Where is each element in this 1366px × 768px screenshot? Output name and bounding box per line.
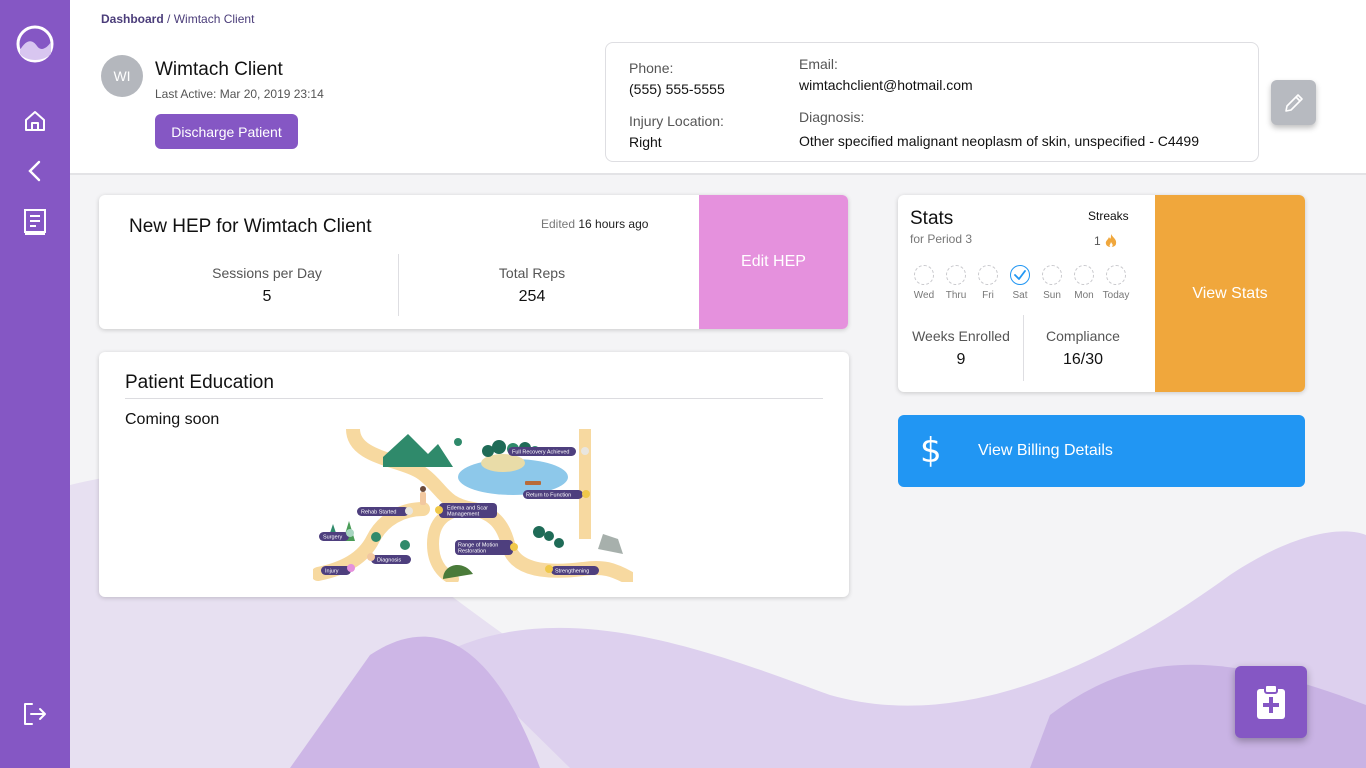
- stats-title: Stats: [910, 208, 954, 229]
- day-label: Thru: [945, 290, 967, 301]
- streaks-value: 1: [1094, 233, 1118, 249]
- dollar-icon: $: [920, 431, 942, 471]
- map-label-surgery: Surgery: [323, 535, 343, 541]
- day-label: Today: [1102, 290, 1130, 301]
- breadcrumb-separator: /: [167, 12, 171, 26]
- contact-info-card: Phone: (555) 555-5555 Email: wimtachclie…: [605, 42, 1259, 162]
- stats-period: for Period 3: [910, 232, 973, 246]
- clipboard-plus-icon: [1257, 684, 1285, 719]
- sessions-per-day-value: 5: [262, 288, 272, 305]
- map-label-diagnosis: Diagnosis: [377, 558, 401, 564]
- email-value: wimtachclient@hotmail.com: [799, 77, 973, 93]
- day-pending-circle-icon: [914, 265, 934, 285]
- day-label: Fri: [982, 290, 994, 301]
- map-label-full-recovery: Full Recovery Achieved: [512, 450, 569, 456]
- compliance-value: 16/30: [1062, 351, 1104, 368]
- day-indicator: Today: [1100, 265, 1132, 301]
- weeks-enrolled-label: Weeks Enrolled: [912, 328, 1010, 344]
- day-pending-circle-icon: [978, 265, 998, 285]
- day-indicator: Mon: [1068, 265, 1100, 301]
- total-reps-label: Total Reps: [498, 265, 566, 281]
- patient-header: Dashboard / Wimtach Client WI Wimtach Cl…: [70, 0, 1366, 175]
- map-label-rehab-started: Rehab Started: [361, 510, 396, 516]
- day-indicator: Thru: [940, 265, 972, 301]
- day-pending-circle-icon: [1074, 265, 1094, 285]
- avatar: WI: [101, 55, 143, 97]
- map-label-range-of-motion-2: Restoration: [458, 549, 486, 555]
- diagnosis-value: Other specified malignant neoplasm of sk…: [799, 133, 1199, 149]
- phone-value: (555) 555-5555: [629, 81, 725, 97]
- map-label-strengthening: Strengthening: [555, 569, 589, 575]
- flame-icon: [1105, 234, 1116, 248]
- hep-title: New HEP for Wimtach Client: [129, 216, 372, 237]
- logout-icon[interactable]: [20, 699, 50, 729]
- last-active-text: Last Active: Mar 20, 2019 23:14: [155, 87, 324, 101]
- stats-card: Stats for Period 3 Streaks 1 Wed Thru Fri S…: [898, 195, 1305, 392]
- discharge-patient-button[interactable]: Discharge Patient: [155, 114, 298, 149]
- map-label-injury: Injury: [325, 569, 339, 575]
- phone-label: Phone:: [629, 60, 674, 76]
- day-indicator: Sat: [1004, 265, 1036, 301]
- view-stats-button[interactable]: View Stats: [1155, 195, 1305, 392]
- edit-hep-button[interactable]: Edit HEP: [699, 195, 848, 329]
- coming-soon-text: Coming soon: [125, 411, 220, 428]
- day-pending-circle-icon: [946, 265, 966, 285]
- day-indicator: Sun: [1036, 265, 1068, 301]
- add-clipboard-button[interactable]: [1235, 666, 1307, 738]
- day-indicator: Fri: [972, 265, 1004, 301]
- weeks-enrolled-value: 9: [956, 351, 966, 368]
- hep-edited-text: Edited 16 hours ago: [541, 217, 649, 231]
- day-label: Mon: [1074, 290, 1094, 301]
- day-pending-circle-icon: [1042, 265, 1062, 285]
- home-icon[interactable]: [20, 106, 50, 136]
- billing-label: View Billing Details: [978, 442, 1113, 459]
- injury-location-label: Injury Location:: [629, 113, 724, 129]
- day-label: Sun: [1043, 290, 1061, 301]
- total-reps-value: 254: [518, 288, 546, 305]
- streaks-label: Streaks: [1088, 209, 1129, 223]
- day-indicator: Wed: [908, 265, 940, 301]
- diagnosis-label: Diagnosis:: [799, 109, 865, 125]
- injury-location-value: Right: [629, 134, 662, 150]
- recovery-journey-illustration: Full Recovery Achieved Return to Functio…: [313, 429, 633, 582]
- wave-logo-icon[interactable]: [15, 24, 55, 64]
- view-billing-details-button[interactable]: $ View Billing Details: [898, 415, 1305, 487]
- streaks-count: 1: [1094, 234, 1101, 248]
- compliance-label: Compliance: [1046, 328, 1120, 344]
- patient-education-title: Patient Education: [125, 372, 274, 393]
- hep-card: New HEP for Wimtach Client Edited 16 hou…: [99, 195, 848, 329]
- divider: [125, 398, 823, 399]
- stats-divider: [1023, 315, 1024, 381]
- edit-profile-button[interactable]: [1271, 80, 1316, 125]
- sidebar: [0, 0, 70, 768]
- patient-education-card: Patient Education Coming soon Full Recov…: [99, 352, 849, 597]
- pencil-icon: [1284, 93, 1303, 112]
- client-name: Wimtach Client: [155, 59, 283, 80]
- breadcrumb-current: Wimtach Client: [173, 12, 255, 26]
- breadcrumb-dashboard-link[interactable]: Dashboard: [101, 12, 164, 26]
- map-label-edema-2: Management: [447, 512, 480, 518]
- day-label: Wed: [913, 290, 935, 301]
- map-label-return-to-function: Return to Function: [526, 493, 571, 499]
- day-pending-circle-icon: [1106, 265, 1126, 285]
- back-chevron-icon[interactable]: [20, 156, 50, 186]
- email-label: Email:: [799, 56, 838, 72]
- day-label: Sat: [1012, 290, 1028, 301]
- hep-edited-time: 16 hours ago: [578, 217, 649, 231]
- day-complete-check-icon: [1010, 265, 1030, 285]
- sessions-per-day-label: Sessions per Day: [212, 265, 322, 281]
- hep-divider: [398, 254, 399, 316]
- breadcrumb: Dashboard / Wimtach Client: [101, 12, 254, 26]
- notes-icon[interactable]: [20, 207, 50, 237]
